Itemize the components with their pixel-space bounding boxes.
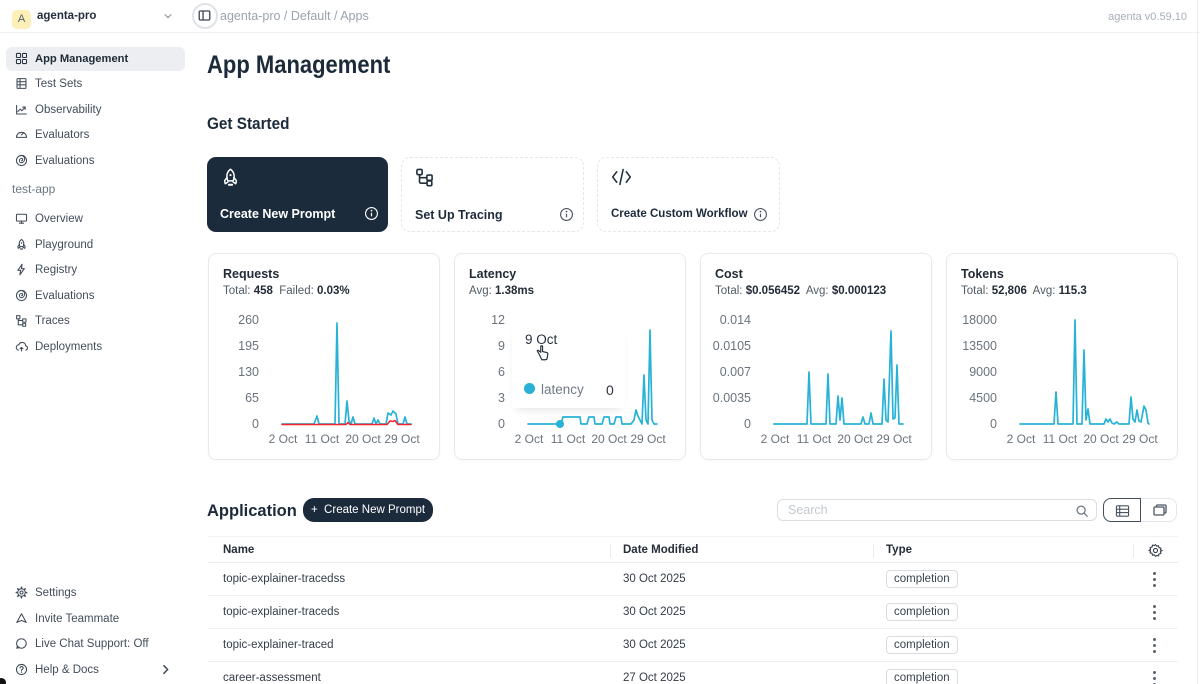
svg-text:13500: 13500	[962, 339, 997, 353]
svg-text:29 Oct: 29 Oct	[384, 432, 420, 446]
svg-text:12: 12	[491, 313, 505, 327]
svg-text:2 Oct: 2 Oct	[269, 432, 298, 446]
svg-text:11 Oct: 11 Oct	[551, 432, 586, 446]
svg-text:9000: 9000	[969, 365, 997, 379]
svg-text:11 Oct: 11 Oct	[305, 432, 340, 446]
svg-text:2 Oct: 2 Oct	[515, 432, 544, 446]
svg-text:0: 0	[498, 417, 505, 431]
svg-text:20 Oct: 20 Oct	[345, 432, 381, 446]
svg-text:2 Oct: 2 Oct	[761, 432, 790, 446]
svg-text:6: 6	[498, 365, 505, 379]
svg-text:0: 0	[990, 417, 997, 431]
svg-text:20 Oct: 20 Oct	[591, 432, 627, 446]
svg-text:0.007: 0.007	[720, 365, 751, 379]
svg-text:29 Oct: 29 Oct	[1122, 432, 1158, 446]
svg-text:29 Oct: 29 Oct	[876, 432, 912, 446]
svg-text:29 Oct: 29 Oct	[630, 432, 666, 446]
svg-text:0: 0	[252, 417, 259, 431]
svg-text:130: 130	[238, 365, 259, 379]
svg-text:0.0105: 0.0105	[713, 339, 751, 353]
svg-text:18000: 18000	[962, 313, 997, 327]
svg-text:260: 260	[238, 313, 259, 327]
svg-text:4500: 4500	[969, 391, 997, 405]
svg-text:3: 3	[498, 391, 505, 405]
svg-text:9: 9	[498, 339, 505, 353]
svg-text:20 Oct: 20 Oct	[837, 432, 873, 446]
svg-text:20 Oct: 20 Oct	[1083, 432, 1119, 446]
svg-text:11 Oct: 11 Oct	[1043, 432, 1078, 446]
svg-text:0.014: 0.014	[720, 313, 751, 327]
svg-text:195: 195	[238, 339, 259, 353]
svg-text:2 Oct: 2 Oct	[1007, 432, 1036, 446]
svg-text:11 Oct: 11 Oct	[797, 432, 832, 446]
svg-text:0.0035: 0.0035	[713, 391, 751, 405]
svg-text:0: 0	[744, 417, 751, 431]
svg-text:65: 65	[245, 391, 259, 405]
